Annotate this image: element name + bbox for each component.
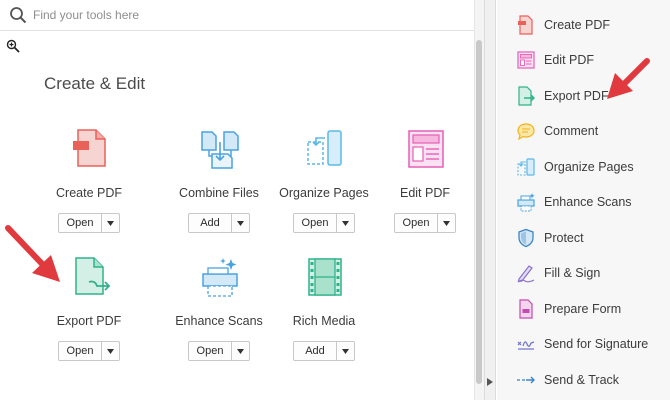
side-item-label: Export PDF xyxy=(544,89,609,103)
chevron-down-icon xyxy=(443,220,450,226)
rich-media-add-button[interactable]: Add xyxy=(294,342,337,360)
edit-pdf-icon[interactable] xyxy=(405,128,447,170)
main-scrollbar-thumb[interactable] xyxy=(476,40,482,384)
rich-media-icon[interactable] xyxy=(304,256,346,298)
tool-label: Enhance Scans xyxy=(175,314,263,328)
search-icon[interactable] xyxy=(9,6,27,24)
tools-side-panel: Create PDF Edit PDF Export PDF Comment O… xyxy=(497,0,670,400)
chevron-down-icon xyxy=(237,220,244,226)
fill-sign-icon xyxy=(517,265,535,283)
export-pdf-button-group: Open xyxy=(58,341,120,361)
tool-label: Combine Files xyxy=(179,186,259,200)
side-item-label: Fill & Sign xyxy=(544,266,601,280)
export-pdf-icon[interactable] xyxy=(69,256,111,298)
tool-card-enhance-scans: Enhance Scans Open xyxy=(161,256,277,384)
edit-pdf-icon xyxy=(517,51,535,69)
tool-card-export-pdf: Export PDF Open xyxy=(31,256,147,384)
create-pdf-dropdown-button[interactable] xyxy=(102,214,119,232)
comment-icon xyxy=(517,123,535,141)
side-item-enhance-scans[interactable]: Enhance Scans xyxy=(497,187,670,217)
create-pdf-icon xyxy=(518,15,533,35)
enhance-scans-icon[interactable] xyxy=(199,256,241,298)
zoom-in-icon[interactable] xyxy=(6,39,20,53)
edit-pdf-button-group: Open xyxy=(394,213,456,233)
export-pdf-icon xyxy=(518,86,535,106)
chevron-down-icon xyxy=(342,220,349,226)
tool-search-bar xyxy=(0,0,474,31)
chevron-down-icon xyxy=(107,348,114,354)
rich-media-dropdown-button[interactable] xyxy=(337,342,354,360)
side-item-label: Prepare Form xyxy=(544,302,622,316)
create-pdf-button-group: Open xyxy=(58,213,120,233)
chevron-down-icon xyxy=(342,348,349,354)
side-item-label: Organize Pages xyxy=(544,160,634,174)
combine-files-add-button[interactable]: Add xyxy=(189,214,232,232)
side-item-label: Enhance Scans xyxy=(544,195,632,209)
tool-label: Rich Media xyxy=(292,314,356,328)
enhance-scans-button-group: Open xyxy=(188,341,250,361)
export-pdf-dropdown-button[interactable] xyxy=(102,342,119,360)
side-item-label: Edit PDF xyxy=(544,53,595,67)
prepare-form-icon xyxy=(519,299,533,319)
panel-divider[interactable] xyxy=(484,0,496,400)
send-track-icon xyxy=(517,376,535,384)
side-item-label: Send for Signature xyxy=(544,337,649,351)
send-for-signature-icon xyxy=(517,341,535,350)
organize-pages-dropdown-button[interactable] xyxy=(337,214,354,232)
side-item-send-track[interactable]: Send & Track xyxy=(497,365,670,395)
tool-card-combine-files: Combine Files Add xyxy=(161,128,277,256)
tool-label: Create PDF xyxy=(56,186,122,200)
enhance-scans-dropdown-button[interactable] xyxy=(232,342,249,360)
side-item-comment[interactable]: Comment xyxy=(497,116,670,146)
edit-pdf-dropdown-button[interactable] xyxy=(438,214,455,232)
side-item-fill-sign[interactable]: Fill & Sign xyxy=(497,258,670,288)
section-title: Create & Edit xyxy=(44,74,146,93)
side-item-create-pdf[interactable]: Create PDF xyxy=(497,10,670,40)
shield-icon xyxy=(518,228,534,248)
edit-pdf-open-button[interactable]: Open xyxy=(395,214,438,232)
enhance-scans-icon xyxy=(517,193,535,212)
tool-card-rich-media: Rich Media Add xyxy=(266,256,382,384)
side-item-protect[interactable]: Protect xyxy=(497,223,670,253)
tool-card-organize-pages: Organize Pages Open xyxy=(266,128,382,256)
tools-main-panel: Create & Edit Create PDF Open Combine Fi… xyxy=(0,32,474,400)
combine-files-button-group: Add xyxy=(188,213,250,233)
side-item-label: Comment xyxy=(544,124,599,138)
rich-media-button-group: Add xyxy=(293,341,355,361)
chevron-down-icon xyxy=(107,220,114,226)
side-item-label: Create PDF xyxy=(544,18,610,32)
combine-files-icon[interactable] xyxy=(199,128,241,170)
side-item-edit-pdf[interactable]: Edit PDF xyxy=(497,45,670,75)
organize-pages-icon[interactable] xyxy=(304,128,346,170)
create-pdf-open-button[interactable]: Open xyxy=(59,214,102,232)
combine-files-dropdown-button[interactable] xyxy=(232,214,249,232)
tool-card-create-pdf: Create PDF Open xyxy=(31,128,147,256)
organize-pages-open-button[interactable]: Open xyxy=(294,214,337,232)
export-pdf-open-button[interactable]: Open xyxy=(59,342,102,360)
organize-pages-button-group: Open xyxy=(293,213,355,233)
side-item-export-pdf[interactable]: Export PDF xyxy=(497,81,670,111)
tool-search-input[interactable] xyxy=(33,6,453,24)
side-item-prepare-form[interactable]: Prepare Form xyxy=(497,294,670,324)
tool-label: Export PDF xyxy=(56,314,122,328)
create-pdf-icon[interactable] xyxy=(69,128,111,170)
side-item-organize-pages[interactable]: Organize Pages xyxy=(497,152,670,182)
expand-panel-icon[interactable] xyxy=(487,378,493,386)
enhance-scans-open-button[interactable]: Open xyxy=(189,342,232,360)
side-item-send-for-signature[interactable]: Send for Signature xyxy=(497,329,670,359)
tool-card-edit-pdf: Edit PDF Open xyxy=(367,128,483,256)
side-item-label: Protect xyxy=(544,231,584,245)
tool-label: Edit PDF xyxy=(399,186,450,200)
organize-pages-icon xyxy=(517,158,535,176)
chevron-down-icon xyxy=(237,348,244,354)
tool-label: Organize Pages xyxy=(279,186,369,200)
side-item-label: Send & Track xyxy=(544,373,620,387)
